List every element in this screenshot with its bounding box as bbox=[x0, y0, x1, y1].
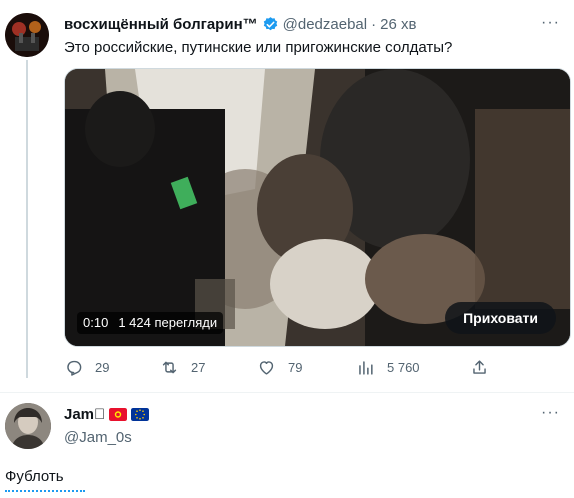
share-icon bbox=[473, 360, 486, 374]
reply-author-line: Jam  bbox=[64, 406, 150, 423]
video-duration: 0:10 bbox=[83, 315, 109, 330]
reply-author-handle[interactable]: @Jam_0s bbox=[64, 429, 132, 446]
separator-dot: · bbox=[371, 15, 377, 33]
reply-author-avatar[interactable] bbox=[5, 403, 51, 449]
author-handle[interactable]: @dedzaebal bbox=[283, 16, 367, 33]
kyrgyzstan-flag-icon bbox=[109, 408, 128, 421]
more-options-icon[interactable]: ··· bbox=[541, 14, 560, 32]
tweet-time[interactable]: 26 хв bbox=[380, 16, 416, 33]
share-button[interactable] bbox=[470, 358, 489, 377]
reply-avatar-image bbox=[5, 403, 51, 449]
views-count: 5 760 bbox=[387, 360, 420, 375]
tweet-actions: 29 27 79 5 760 bbox=[64, 358, 514, 380]
eu-flag-icon bbox=[131, 408, 150, 421]
like-button[interactable]: 79 bbox=[257, 358, 302, 377]
retweet-icon bbox=[162, 361, 177, 374]
views-button[interactable]: 5 760 bbox=[356, 358, 420, 377]
like-count: 79 bbox=[288, 360, 303, 375]
thread-line bbox=[26, 60, 28, 378]
hide-button[interactable]: Приховати bbox=[445, 302, 556, 334]
video-meta: 0:10 1 424 перегляди bbox=[77, 312, 224, 334]
video-views: 1 424 перегляди bbox=[118, 315, 218, 330]
reply-more-options-icon[interactable]: ··· bbox=[541, 404, 560, 422]
reply-author-name[interactable]: Jam  bbox=[64, 406, 105, 423]
tweet-header: восхищённый болгарин™ @dedzaebal · 26 хв bbox=[64, 14, 416, 34]
reply-text: Фублоть bbox=[5, 468, 64, 485]
avatar-image bbox=[5, 13, 49, 57]
heart-icon bbox=[259, 361, 274, 375]
views-chart-icon bbox=[359, 361, 373, 375]
verified-badge-icon bbox=[263, 16, 277, 30]
tweet-text: Это российские, путинские или пригожинск… bbox=[64, 39, 453, 56]
reply-count: 29 bbox=[95, 360, 110, 375]
reply-button[interactable]: 29 bbox=[64, 358, 109, 377]
retweet-button[interactable]: 27 bbox=[160, 358, 205, 377]
retweet-count: 27 bbox=[191, 360, 206, 375]
author-avatar[interactable] bbox=[5, 13, 49, 57]
divider bbox=[0, 392, 574, 393]
author-name[interactable]: восхищённый болгарин™ bbox=[64, 16, 258, 33]
video-player[interactable]: 0:10 1 424 перегляди Приховати bbox=[64, 68, 571, 347]
reply-icon bbox=[67, 360, 82, 376]
cut-off-link bbox=[5, 490, 85, 498]
